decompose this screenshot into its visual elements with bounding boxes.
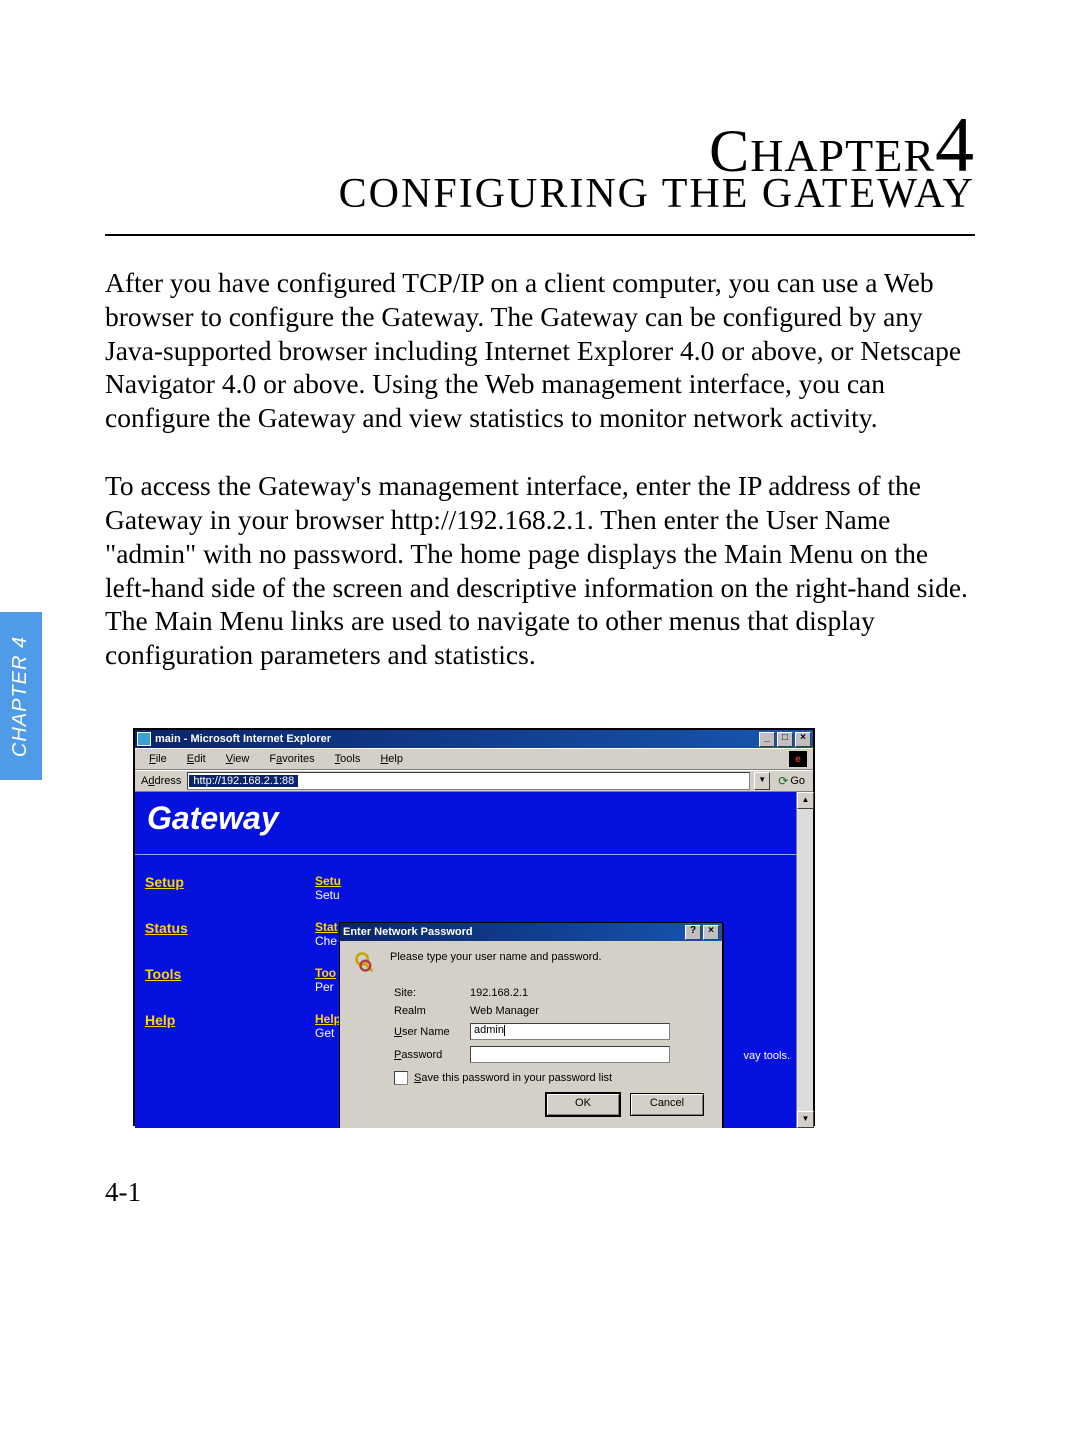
paragraph-2: To access the Gateway's management inter… [105, 469, 975, 672]
title-rule [105, 234, 975, 236]
login-dialog-titlebar: Enter Network Password ? × [340, 923, 722, 941]
main-help-sub: Get [315, 1026, 334, 1040]
menu-tools[interactable]: Tools [327, 751, 369, 767]
address-url: http://192.168.2.1:88 [189, 775, 298, 787]
username-input[interactable]: admin [470, 1023, 670, 1040]
main-setup-link[interactable]: Setu [315, 874, 341, 888]
scrollbar[interactable]: ▲ ▼ [796, 792, 813, 1128]
sidebar-item-help[interactable]: Help [145, 1012, 297, 1028]
page-number: 4-1 [105, 1177, 141, 1208]
minimize-button[interactable]: _ [759, 732, 775, 747]
ie-titlebar: main - Microsoft Internet Explorer _ □ × [135, 730, 813, 748]
address-dropdown-button[interactable]: ▼ [754, 772, 770, 790]
ie-window-title: main - Microsoft Internet Explorer [155, 733, 331, 745]
chapter-title: CONFIGURING THE GATEWAY [339, 170, 975, 218]
right-hint-text: vay tools. [744, 1050, 790, 1062]
address-label: Address [139, 775, 183, 787]
ie-logo-icon: e [789, 751, 807, 767]
login-dialog-title: Enter Network Password [343, 926, 473, 938]
password-label: Password [394, 1049, 464, 1061]
site-label: Site: [394, 987, 464, 999]
ie-window: main - Microsoft Internet Explorer _ □ ×… [133, 728, 815, 1126]
ok-button[interactable]: OK [546, 1093, 620, 1116]
ie-menubar: File Edit View Favorites Tools Help e [135, 748, 813, 770]
sidebar-item-setup[interactable]: Setup [145, 874, 297, 890]
dialog-close-button[interactable]: × [703, 925, 719, 940]
main-setup-sub: Setu [315, 888, 340, 902]
maximize-button[interactable]: □ [777, 732, 793, 747]
side-tab: CHAPTER 4 [0, 612, 42, 780]
username-label: User Name [394, 1026, 464, 1038]
go-label: Go [790, 775, 805, 787]
main-help-link[interactable]: Help [315, 1012, 341, 1026]
menu-help[interactable]: Help [372, 751, 411, 767]
realm-label: Realm [394, 1005, 464, 1017]
go-button[interactable]: ⟳ Go [774, 774, 809, 788]
paragraph-1: After you have configured TCP/IP on a cl… [105, 266, 975, 435]
login-prompt: Please type your user name and password. [390, 951, 602, 963]
password-input[interactable] [470, 1046, 670, 1063]
menu-view[interactable]: View [218, 751, 258, 767]
menu-favorites[interactable]: Favorites [261, 751, 322, 767]
dialog-help-button[interactable]: ? [685, 925, 701, 940]
login-dialog: Enter Network Password ? × [339, 922, 723, 1128]
site-value: 192.168.2.1 [470, 987, 708, 999]
save-password-checkbox[interactable] [394, 1071, 408, 1085]
menu-edit[interactable]: Edit [179, 751, 214, 767]
main-tools-link[interactable]: Too [315, 966, 336, 980]
gateway-sidebar: Setup Status Tools Help [135, 860, 297, 1128]
scroll-up-button[interactable]: ▲ [797, 792, 814, 809]
main-status-sub: Che [315, 934, 337, 948]
address-input[interactable]: http://192.168.2.1:88 [187, 772, 750, 790]
close-button[interactable]: × [795, 732, 811, 747]
page-viewport: Gateway Setup Status Tools Help Setu Set… [135, 792, 796, 1128]
menu-file[interactable]: File [141, 751, 175, 767]
keys-icon [354, 951, 380, 977]
ie-app-icon [137, 732, 151, 746]
gateway-brand: Gateway [147, 800, 279, 837]
save-password-label: Save this password in your password list [414, 1072, 612, 1084]
go-arrow-icon: ⟳ [778, 774, 788, 788]
sidebar-item-tools[interactable]: Tools [145, 966, 297, 982]
body-text: After you have configured TCP/IP on a cl… [105, 266, 975, 706]
main-status-link[interactable]: Stat [315, 920, 338, 934]
sidebar-item-status[interactable]: Status [145, 920, 297, 936]
realm-value: Web Manager [470, 1005, 708, 1017]
side-tab-label: CHAPTER 4 [10, 635, 33, 756]
gateway-divider [135, 854, 796, 855]
ie-address-bar: Address http://192.168.2.1:88 ▼ ⟳ Go [135, 770, 813, 792]
cancel-button[interactable]: Cancel [630, 1093, 704, 1116]
main-tools-sub: Per [315, 980, 334, 994]
scroll-down-button[interactable]: ▼ [797, 1111, 814, 1128]
